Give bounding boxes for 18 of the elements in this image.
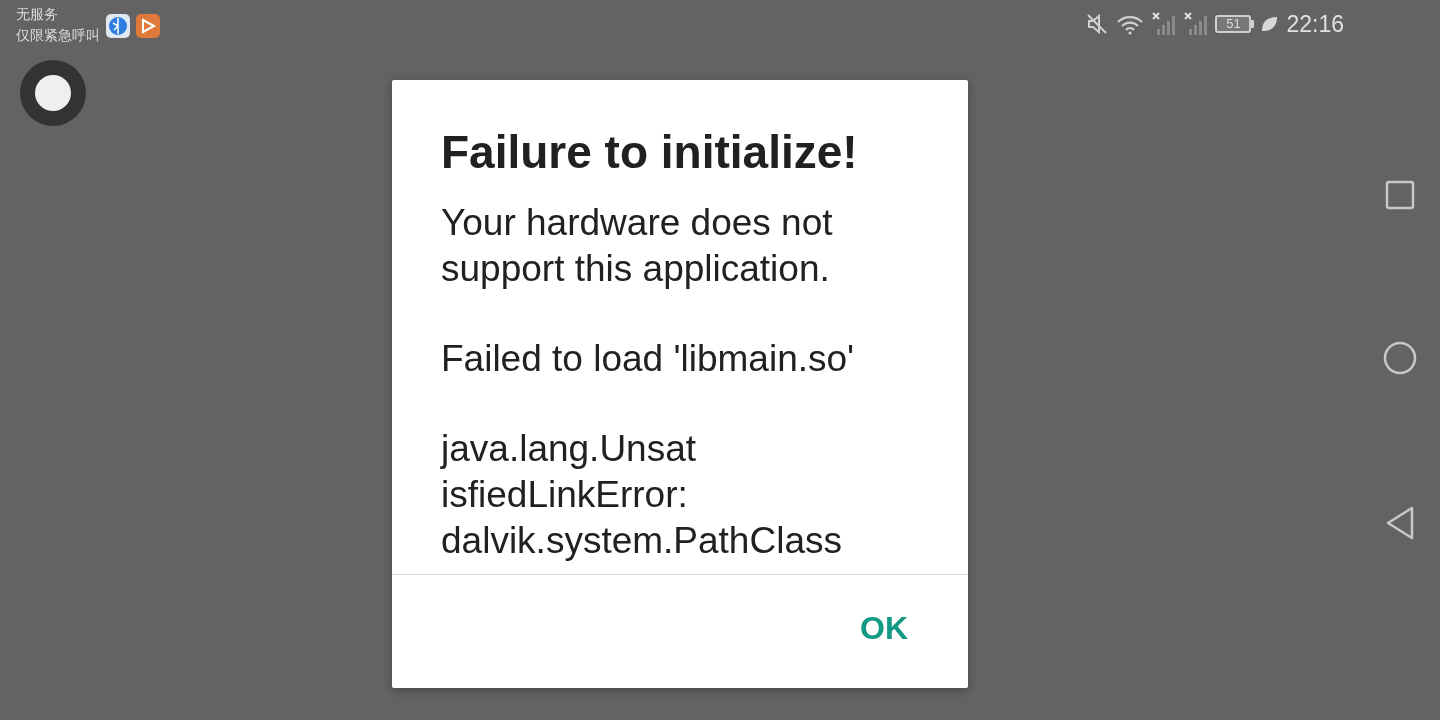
message-text: support this application. (441, 247, 831, 291)
recent-apps-icon[interactable] (1385, 180, 1415, 210)
message-text: Your hardware does not (441, 201, 834, 245)
carrier-text: 仅限紧急呼叫 (16, 26, 100, 45)
leaf-icon (1260, 15, 1279, 33)
dialog-title: Failure to initialize! (441, 125, 859, 180)
back-icon[interactable] (1385, 506, 1415, 540)
battery-indicator: 51 (1215, 15, 1255, 33)
signal-icon (1151, 11, 1178, 37)
message-text: java.lang.Unsat (441, 427, 698, 471)
home-icon[interactable] (1383, 341, 1417, 375)
play-app-icon (136, 14, 160, 38)
message-text: Failed to load 'libmain.so' (441, 337, 856, 381)
clock-time: 22:16 (1286, 10, 1344, 38)
message-text: isfiedLinkError: (441, 473, 689, 517)
message-text: dalvik.system.PathClass (441, 519, 843, 563)
signal-icon (1183, 11, 1210, 37)
carrier-text: 无服务 (16, 5, 59, 24)
